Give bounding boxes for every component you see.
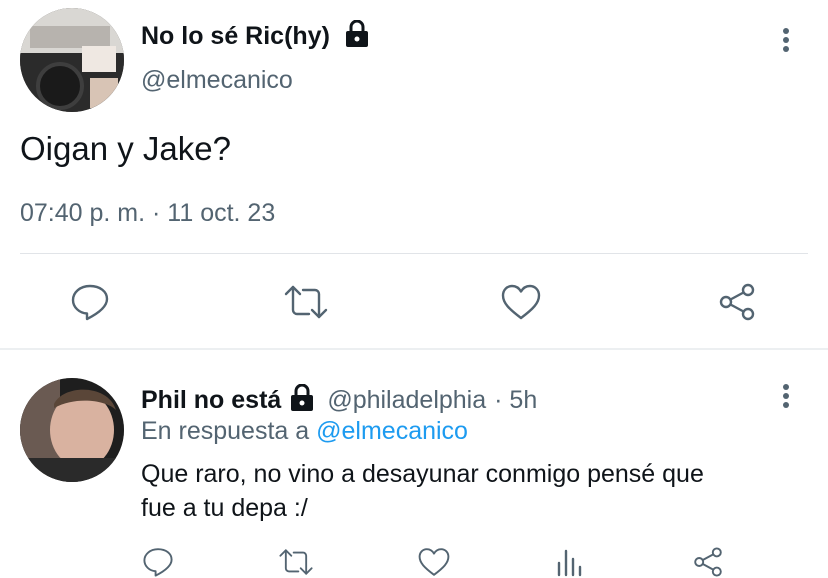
reply-reply-button[interactable] [138,546,178,578]
reply-more-options-icon[interactable] [776,384,796,414]
reply-text-line-2: fue a tu depa :/ [141,494,308,522]
reply-author-avatar[interactable] [20,378,124,482]
share-icon [719,283,755,321]
replying-to-handle-link[interactable]: @elmecanico [316,417,468,445]
tweet-timestamp: 07:40 p. m. · 11 oct. 23 [20,199,276,227]
person-avatar-image [20,378,124,482]
like-icon [501,284,541,320]
reply-icon [143,548,173,577]
stats-icon [557,549,582,577]
divider [20,253,808,254]
replying-to-label: En respuesta a [141,417,310,445]
more-options-icon[interactable] [776,28,796,58]
reply-age: · 5h [494,386,538,414]
tweet-text: Oigan y Jake? [20,130,231,167]
retweet-button[interactable] [276,280,336,324]
reply-retweet-button[interactable] [274,546,318,578]
share-icon [694,547,722,577]
reply-stats-button[interactable] [552,546,588,578]
section-divider [0,348,828,350]
car-interior-avatar-image [20,8,124,112]
reply-text-line-1: Que raro, no vino a desayunar conmigo pe… [141,460,704,488]
author-avatar[interactable] [20,8,124,112]
reply-author-name[interactable]: Phil no está [141,386,281,415]
author-handle[interactable]: @elmecanico [141,66,293,95]
reply-share-button[interactable] [690,546,726,578]
reply-icon [71,284,109,321]
retweet-icon [284,285,328,319]
share-button[interactable] [707,280,767,324]
author-name[interactable]: No lo sé Ric(hy) [141,22,330,51]
retweet-icon [279,549,313,575]
reply-button[interactable] [60,280,120,324]
reply-author-handle[interactable]: @philadelphia [327,386,486,415]
lock-icon [344,19,370,53]
like-icon [418,548,450,576]
reply-like-button[interactable] [414,546,454,578]
lock-icon [289,383,315,417]
like-button[interactable] [491,280,551,324]
